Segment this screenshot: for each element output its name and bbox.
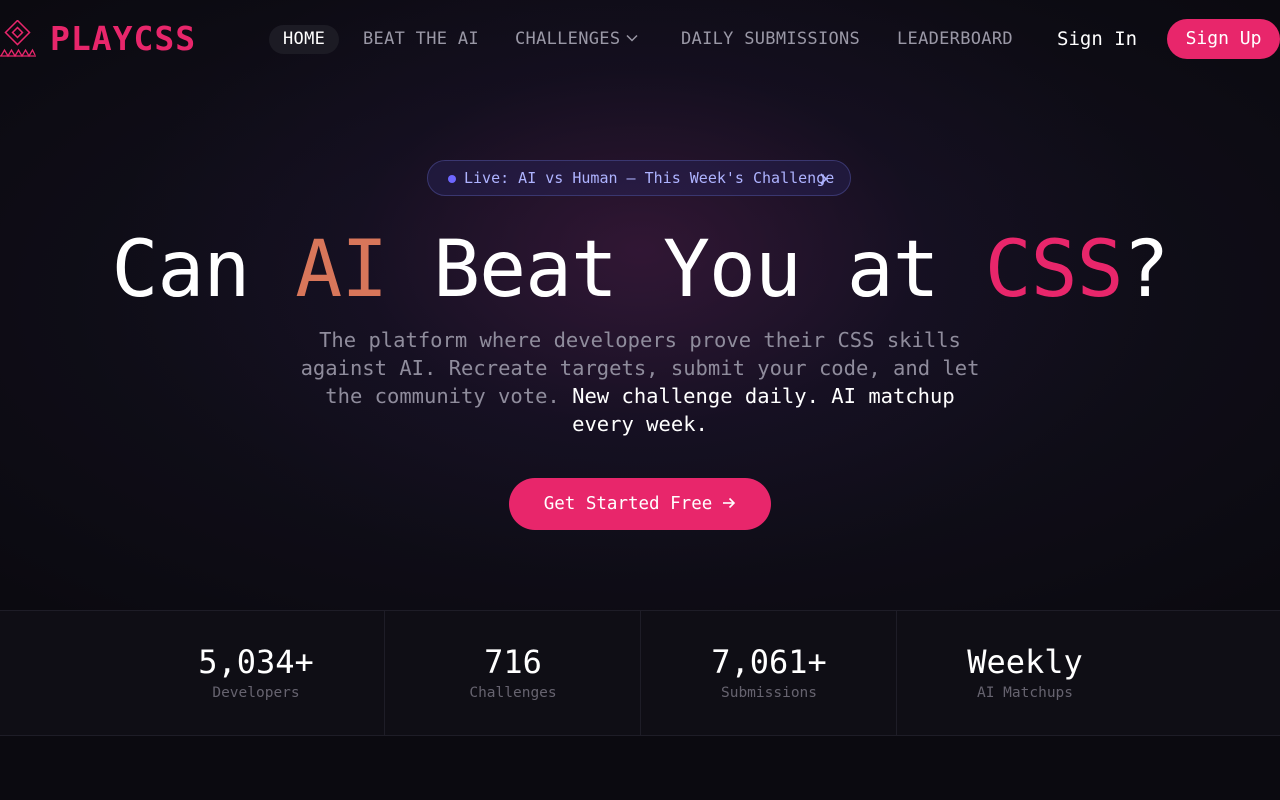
stat-label: AI Matchups bbox=[976, 685, 1074, 701]
nav-home[interactable]: HOME bbox=[269, 25, 340, 54]
stat-developers: 5,034+ Developers bbox=[128, 611, 384, 735]
stats-bar: 5,034+ Developers 716 Challenges 7,061+ … bbox=[0, 610, 1280, 736]
subtitle-highlight: New challenge daily. AI matchup every we… bbox=[559, 384, 955, 436]
stat-ai-matchups: Weekly AI Matchups bbox=[896, 611, 1153, 735]
headline-css: CSS bbox=[984, 225, 1124, 315]
headline-part-3: ? bbox=[1122, 225, 1170, 315]
stat-label: Challenges bbox=[469, 685, 557, 701]
get-started-label: Get Started Free bbox=[543, 494, 713, 514]
top-nav: PLAYCSS HOME BEAT THE AI CHALLENGES DAIL… bbox=[0, 0, 1280, 78]
headline-part-2: Beat You at bbox=[387, 225, 985, 315]
stat-value: 7,061+ bbox=[711, 643, 827, 681]
arrow-right-icon bbox=[723, 497, 736, 508]
live-challenge-pill[interactable]: Live: AI vs Human — This Week's Challeng… bbox=[427, 160, 851, 196]
hero-headline: Can AI Beat You at CSS? bbox=[0, 222, 1280, 318]
stat-value: 716 bbox=[484, 643, 542, 681]
chevron-down-icon bbox=[626, 34, 638, 42]
stat-challenges: 716 Challenges bbox=[384, 611, 641, 735]
stat-submissions: 7,061+ Submissions bbox=[640, 611, 897, 735]
stat-value: 5,034+ bbox=[198, 643, 314, 681]
stat-value: Weekly bbox=[967, 643, 1083, 681]
headline-ai: AI bbox=[295, 225, 388, 315]
stat-label: Developers bbox=[212, 685, 300, 701]
logo-wordmark[interactable]: PLAYCSS bbox=[50, 17, 196, 61]
hero-subtitle: The platform where developers prove thei… bbox=[290, 326, 990, 438]
headline-part-1: Can bbox=[111, 225, 296, 315]
nav-daily-submissions[interactable]: DAILY SUBMISSIONS bbox=[681, 25, 860, 54]
chevron-right-icon bbox=[820, 173, 828, 185]
nav-leaderboard[interactable]: LEADERBOARD bbox=[897, 25, 1013, 54]
nav-challenges-label: CHALLENGES bbox=[515, 29, 621, 49]
get-started-button[interactable]: Get Started Free bbox=[509, 478, 771, 530]
nav-challenges[interactable]: CHALLENGES bbox=[515, 25, 638, 54]
nav-beat-the-ai[interactable]: BEAT THE AI bbox=[363, 25, 479, 54]
diamond-logo-icon[interactable] bbox=[0, 20, 36, 58]
stat-label: Submissions bbox=[720, 685, 818, 701]
sign-in-button[interactable]: Sign In bbox=[1057, 25, 1137, 54]
live-dot-icon bbox=[448, 175, 456, 183]
sign-up-button[interactable]: Sign Up bbox=[1167, 19, 1280, 59]
live-challenge-text: Live: AI vs Human — This Week's Challeng… bbox=[464, 169, 835, 187]
